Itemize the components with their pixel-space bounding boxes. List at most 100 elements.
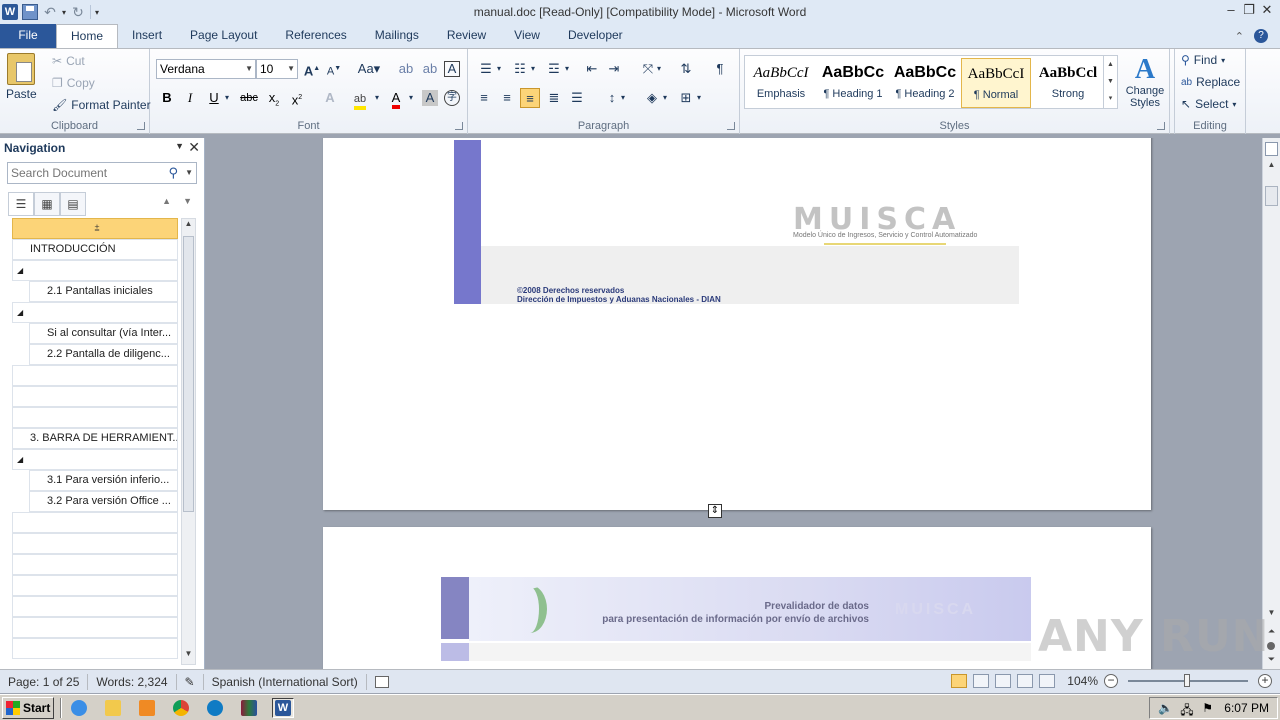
minimize-ribbon-icon[interactable]: ⌃ [1235, 30, 1244, 43]
subscript-icon[interactable]: x2 [264, 88, 284, 108]
document-page[interactable]: MUISCA Modelo Único de Ingresos, Servici… [323, 138, 1151, 510]
nav-heading-item[interactable] [12, 512, 178, 533]
bold-icon[interactable]: B [157, 88, 177, 108]
minimize-icon[interactable]: – [1222, 0, 1240, 20]
outline-view-icon[interactable] [1017, 674, 1034, 688]
tab-file[interactable]: File [0, 24, 56, 48]
grow-font-icon[interactable]: A▲ [302, 59, 322, 79]
next-heading-icon[interactable]: ▼ [183, 196, 192, 206]
proofing-status[interactable]: ✎ [177, 673, 204, 690]
nav-heading-item[interactable]: Si al consultar (vía Inter... [29, 323, 178, 344]
character-shading-icon[interactable]: A [422, 90, 438, 106]
tab-page-layout[interactable]: Page Layout [176, 24, 271, 48]
zoom-out-icon[interactable]: − [1104, 674, 1118, 688]
shrink-font-icon[interactable]: A▼ [324, 59, 344, 79]
tab-home[interactable]: Home [56, 24, 119, 48]
font-size-combo[interactable]: 10 ▼ [256, 59, 298, 79]
view-ruler-icon[interactable] [1265, 142, 1278, 156]
zoom-slider-thumb[interactable] [1184, 674, 1190, 687]
winrar-icon[interactable] [238, 698, 260, 718]
sort-icon[interactable]: ⇅ [676, 59, 696, 79]
show-formatting-icon[interactable]: ¶ [710, 59, 730, 79]
align-right-icon[interactable]: ≡ [520, 88, 540, 108]
chevron-down-icon[interactable]: ▼ [185, 168, 193, 177]
borders-icon[interactable]: ⊞ [676, 88, 696, 108]
numbering-dropdown-icon[interactable]: ▾ [528, 59, 538, 79]
word-app-icon[interactable]: W [2, 4, 18, 20]
page-gap-icon[interactable]: ⇕ [708, 504, 722, 518]
gallery-scroll[interactable]: ▲ ▼ ▾ [1103, 56, 1117, 108]
distributed-icon[interactable]: ☰ [567, 88, 587, 108]
phonetic-guide-icon[interactable]: ab [420, 59, 440, 79]
text-effects-icon[interactable]: A [320, 88, 340, 108]
nav-heading-item[interactable]: 3.1 Para versión inferio... [29, 470, 178, 491]
paste-button[interactable]: Paste [6, 53, 37, 101]
start-button[interactable]: Start [2, 696, 54, 719]
replace-button[interactable]: ab Replace [1181, 75, 1240, 89]
restore-icon[interactable]: ❐ [1240, 0, 1258, 20]
scroll-down-icon[interactable]: ▼ [182, 649, 195, 664]
tab-review[interactable]: Review [433, 24, 500, 48]
nav-heading-item[interactable] [12, 533, 178, 554]
undo-dropdown-icon[interactable]: ▾ [62, 8, 66, 17]
tab-references[interactable]: References [271, 24, 360, 48]
nav-heading-item[interactable] [12, 638, 178, 659]
superscript-icon[interactable]: x2 [287, 88, 307, 108]
document-page[interactable]: Prevalidador de datos para presentación … [323, 527, 1151, 669]
format-painter-button[interactable]: 🖌 Format Painter [52, 98, 151, 112]
nav-heading-item[interactable]: ⩲ [12, 218, 178, 239]
close-icon[interactable]: ✕ [1258, 0, 1276, 20]
volume-icon[interactable]: 🔈 [1158, 701, 1173, 715]
nav-heading-item[interactable] [12, 554, 178, 575]
nav-heading-item[interactable] [12, 407, 178, 428]
nav-heading-item[interactable]: INTRODUCCIÓN [12, 239, 178, 260]
font-name-combo[interactable]: Verdana ▼ [156, 59, 256, 79]
zoom-in-icon[interactable]: + [1258, 674, 1272, 688]
edge-icon[interactable] [204, 698, 226, 718]
nav-heading-item[interactable] [12, 575, 178, 596]
nav-heading-item[interactable] [12, 365, 178, 386]
font-color-icon[interactable]: A [386, 88, 406, 109]
chrome-icon[interactable] [170, 698, 192, 718]
shading-dropdown-icon[interactable]: ▾ [660, 88, 670, 108]
action-center-flag-icon[interactable]: ⚑ [1202, 701, 1216, 715]
chevron-down-icon[interactable]: ▼ [175, 141, 184, 151]
decrease-indent-icon[interactable]: ⇤ [582, 59, 602, 79]
word-count[interactable]: Words: 2,324 [88, 673, 177, 690]
full-screen-reading-icon[interactable] [973, 674, 990, 688]
nav-heading-item[interactable]: ◢ [12, 302, 178, 323]
web-layout-icon[interactable] [995, 674, 1012, 688]
underline-dropdown-icon[interactable]: ▾ [222, 88, 232, 108]
find-button[interactable]: ⚲ Find ▾ [1181, 53, 1225, 67]
scroll-up-icon[interactable]: ▲ [1265, 160, 1278, 169]
nav-heading-item[interactable]: 3. BARRA DE HERRAMIENT... [12, 428, 178, 449]
bullets-dropdown-icon[interactable]: ▾ [494, 59, 504, 79]
increase-indent-icon[interactable]: ⇥ [604, 59, 624, 79]
clipboard-launcher-icon[interactable] [137, 122, 145, 130]
clear-formatting-icon[interactable]: ab [396, 59, 416, 79]
page-count[interactable]: Page: 1 of 25 [0, 673, 89, 690]
text-direction-dropdown-icon[interactable]: ▾ [654, 59, 664, 79]
italic-icon[interactable]: I [180, 88, 200, 108]
numbering-icon[interactable]: ☷ [510, 59, 530, 79]
scroll-up-icon[interactable]: ▲ [182, 219, 195, 234]
repeat-icon[interactable]: ↻ [70, 4, 86, 20]
bullets-icon[interactable]: ☰ [476, 59, 496, 79]
scroll-thumb[interactable] [1265, 186, 1278, 206]
highlight-dropdown-icon[interactable]: ▾ [372, 88, 382, 108]
nav-heading-item[interactable]: ◢ [12, 449, 178, 470]
shading-icon[interactable]: ◈ [642, 88, 662, 108]
save-icon[interactable] [22, 4, 38, 20]
style-emphasis[interactable]: AaBbCcI Emphasis [746, 58, 816, 108]
tab-view[interactable]: View [500, 24, 554, 48]
font-color-dropdown-icon[interactable]: ▾ [406, 88, 416, 108]
print-layout-icon[interactable] [951, 674, 968, 688]
nav-heading-item[interactable] [12, 617, 178, 638]
document-vertical-scrollbar[interactable]: ▲ ▼ ⏶ ⏷ [1262, 138, 1280, 669]
justify-icon[interactable]: ≣ [544, 88, 564, 108]
navigation-scrollbar[interactable]: ▲ ▼ [181, 218, 196, 665]
scroll-thumb[interactable] [183, 236, 194, 512]
nav-heading-item[interactable]: ◢ [12, 260, 178, 281]
customize-qat-icon[interactable]: ▾ [95, 8, 99, 17]
multilevel-dropdown-icon[interactable]: ▾ [562, 59, 572, 79]
